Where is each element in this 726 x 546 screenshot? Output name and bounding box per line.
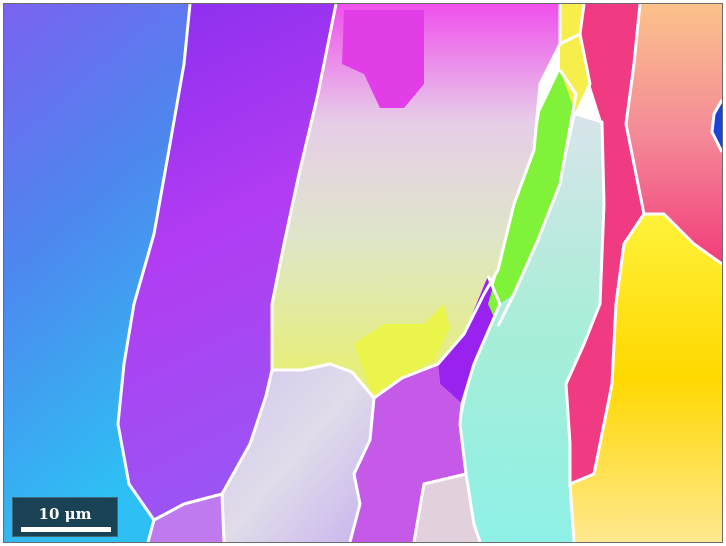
grain-map-image	[4, 4, 722, 542]
orientation-map: 10 μm	[3, 3, 723, 543]
scale-bar-line	[21, 527, 111, 532]
scale-bar-label: 10 μm	[38, 505, 92, 523]
scale-bar-box: 10 μm	[12, 497, 118, 537]
